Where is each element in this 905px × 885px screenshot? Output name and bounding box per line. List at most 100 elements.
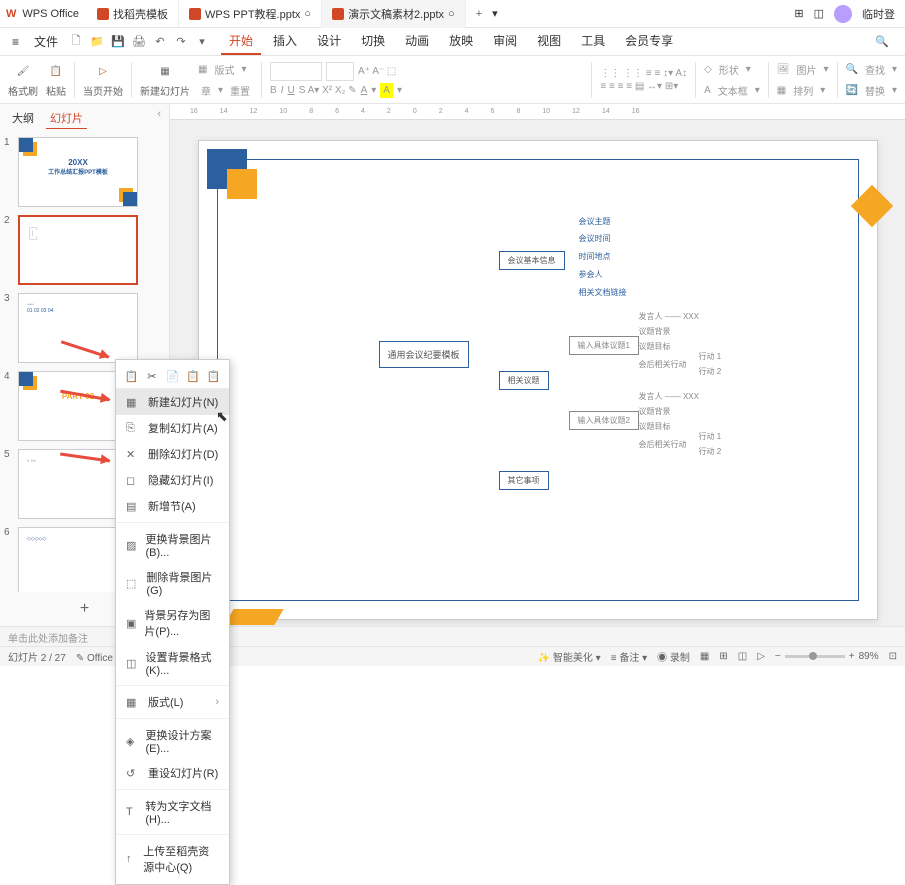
titlebar-right: ⊞ ◫ 临时登 [784, 5, 905, 23]
menu-hide-slide[interactable]: ◻隐藏幻灯片(I) [116, 467, 229, 493]
paste-special-icon[interactable]: 📋 [186, 368, 201, 384]
smart-beauty-button[interactable]: ✨ 智能美化 ▾ [538, 649, 601, 664]
ribbon-tab-animation[interactable]: 动画 [397, 28, 437, 55]
menu-reset-slide[interactable]: ↺重设幻灯片(R) [116, 760, 229, 786]
copy-icon[interactable]: 📄 [165, 368, 180, 384]
menu-upload-resource[interactable]: ↑上传至稻壳资源中心(Q) [116, 838, 229, 880]
tab-template-store[interactable]: 找稻壳模板 [87, 0, 179, 28]
ribbon-tab-insert[interactable]: 插入 [265, 28, 305, 55]
new-slide-button[interactable]: ▦新建幻灯片 [140, 61, 190, 98]
mm-root[interactable]: 通用会议纪要模板 [379, 341, 469, 368]
tab-label: 演示文稿素材2.pptx [348, 6, 444, 22]
menu-new-slide[interactable]: ▦新建幻灯片(N) [116, 389, 229, 415]
username[interactable]: 临时登 [862, 6, 895, 22]
slide-thumb-1[interactable]: 1 20XX工作总结汇报PPT模板 [4, 137, 165, 207]
find-button[interactable]: 🔍 查找▾ [846, 60, 897, 79]
tab-ppt-tutorial[interactable]: WPS PPT教程.pptx ○ [179, 0, 322, 28]
cut-icon[interactable]: ✂ [145, 368, 160, 384]
window-icon[interactable]: ◫ [814, 7, 824, 20]
format-painter-button[interactable]: 🖌格式刷 [8, 61, 38, 98]
doc-icon [97, 8, 109, 20]
collapse-icon[interactable]: ‹ [157, 108, 161, 129]
ppt-icon [332, 8, 344, 20]
view-reading-icon[interactable]: ◫ [738, 651, 747, 662]
section-button[interactable]: 章 [198, 81, 214, 100]
paste-keep-icon[interactable]: 📋 [206, 368, 221, 384]
menu-add-section[interactable]: ▤新增节(A) [116, 493, 229, 519]
search-icon[interactable]: 🔍 [865, 35, 899, 48]
canvas-area: 1614121086420246810121416 通用会议纪要模板 会议基本信… [170, 104, 905, 626]
menu-delete-slide[interactable]: ✕删除幻灯片(D) [116, 441, 229, 467]
ribbon-tab-home[interactable]: 开始 [221, 28, 261, 55]
slide-thumb-2[interactable]: 2 ┌─┐││└─┘ [4, 215, 165, 285]
outline-tab[interactable]: 大纲 [8, 108, 38, 129]
record-button[interactable]: ◉ 录制 [657, 649, 690, 664]
tab-label: 找稻壳模板 [113, 6, 168, 22]
shape-button[interactable]: ◇ 形状▾ [704, 60, 760, 79]
print-icon[interactable]: 🖨 [130, 33, 148, 51]
ribbon-tab-transition[interactable]: 切换 [353, 28, 393, 55]
zoom-in-icon[interactable]: + [849, 651, 855, 662]
ribbon-tab-tools[interactable]: 工具 [573, 28, 613, 55]
paste-button[interactable]: 📋粘贴 [46, 61, 66, 98]
layout-icon[interactable]: ⊞ [794, 7, 803, 20]
hamburger-icon[interactable]: ≡ [6, 35, 25, 49]
replace-button[interactable]: 🔄 替换▾ [846, 81, 897, 100]
slides-tab[interactable]: 幻灯片 [46, 108, 87, 129]
avatar[interactable] [834, 5, 852, 23]
save-icon[interactable]: 💾 [109, 33, 127, 51]
arrange-button[interactable]: ▦ 排列▾ [777, 81, 829, 100]
from-current-button[interactable]: ▷当页开始 [83, 61, 123, 98]
undo-icon[interactable]: ↶ [151, 33, 169, 51]
slide-context-menu: 📋 ✂ 📄 📋 📋 ▦新建幻灯片(N) ⎘复制幻灯片(A) ✕删除幻灯片(D) … [115, 359, 230, 885]
zoom-out-icon[interactable]: − [775, 651, 781, 662]
menu-to-text[interactable]: T转为文字文档(H)... [116, 793, 229, 831]
menu-duplicate-slide[interactable]: ⎘复制幻灯片(A) [116, 415, 229, 441]
notes-button[interactable]: ≡ 备注 ▾ [611, 649, 647, 664]
ribbon-tab-slideshow[interactable]: 放映 [441, 28, 481, 55]
font-group[interactable]: A⁺ A⁻ ⬚ [270, 62, 583, 81]
cursor-icon: ⬉ [216, 408, 228, 425]
layout-button[interactable]: ▦ 版式▾ [198, 60, 253, 79]
app-name: WPS Office [22, 8, 87, 20]
new-doc-icon[interactable]: 🗋 [67, 33, 85, 51]
dropdown-icon[interactable]: ▾ [193, 33, 211, 51]
paragraph-group[interactable]: ⋮⋮ ⋮⋮ ≡ ≡ ↕▾ A↕ [600, 68, 687, 79]
zoom-control[interactable]: − + 89% [775, 651, 879, 662]
fit-icon[interactable]: ⊡ [889, 651, 897, 662]
slide-thumb-3[interactable]: 3 ▫▫▫▫01 02 03 04 [4, 293, 165, 363]
image-button[interactable]: 🖼 图片▾ [777, 60, 829, 79]
new-tab-button[interactable]: + [466, 8, 492, 20]
menu-format-bg[interactable]: ◫设置背景格式(K)... [116, 644, 229, 682]
slide-canvas[interactable]: 通用会议纪要模板 会议基本信息 会议主题 会议时间 时间地点 参会人 相关文档链… [198, 140, 878, 620]
open-icon[interactable]: 📁 [88, 33, 106, 51]
view-slideshow-icon[interactable]: ▷ [757, 651, 765, 662]
ribbon-tab-review[interactable]: 审阅 [485, 28, 525, 55]
menu-delete-bg[interactable]: ⬚删除背景图片(G) [116, 564, 229, 602]
menu-change-design[interactable]: ◈更换设计方案(E)... [116, 722, 229, 760]
ribbon-tab-member[interactable]: 会员专享 [617, 28, 681, 55]
ribbon-tab-view[interactable]: 视图 [529, 28, 569, 55]
paste-icon[interactable]: 📋 [124, 368, 139, 384]
align-group[interactable]: ≡ ≡ ≡ ≡ ▤ ↔▾ ⊞▾ [600, 81, 687, 92]
reset-button[interactable]: 重置 [227, 81, 253, 100]
zoom-slider[interactable] [785, 655, 845, 658]
textbox-button[interactable]: A 文本框▾ [704, 81, 760, 100]
menu-save-bg[interactable]: ▣背景另存为图片(P)... [116, 602, 229, 644]
app-logo-icon: W [0, 8, 22, 20]
redo-icon[interactable]: ↷ [172, 33, 190, 51]
view-normal-icon[interactable]: ▦ [700, 651, 709, 662]
menu-change-bg[interactable]: ▨更换背景图片(B)... [116, 526, 229, 564]
tab-dropdown-icon[interactable]: ▾ [492, 7, 498, 20]
file-menu[interactable]: 文件 [28, 33, 64, 50]
modified-indicator: ○ [448, 8, 455, 20]
mm-branch-info[interactable]: 会议基本信息 [499, 251, 565, 270]
mm-branch-topics[interactable]: 相关议题 [499, 371, 549, 390]
ribbon-tab-design[interactable]: 设计 [309, 28, 349, 55]
mm-branch-other[interactable]: 其它事项 [499, 471, 549, 490]
zoom-value: 89% [859, 651, 879, 662]
tab-presentation-material[interactable]: 演示文稿素材2.pptx ○ [322, 0, 466, 28]
font-style-group[interactable]: B I U S A▾ X² X₂ ✎ A▾ A▾ [270, 83, 583, 98]
menu-layout[interactable]: ▦版式(L)› [116, 689, 229, 715]
view-sorter-icon[interactable]: ⊞ [719, 651, 727, 662]
